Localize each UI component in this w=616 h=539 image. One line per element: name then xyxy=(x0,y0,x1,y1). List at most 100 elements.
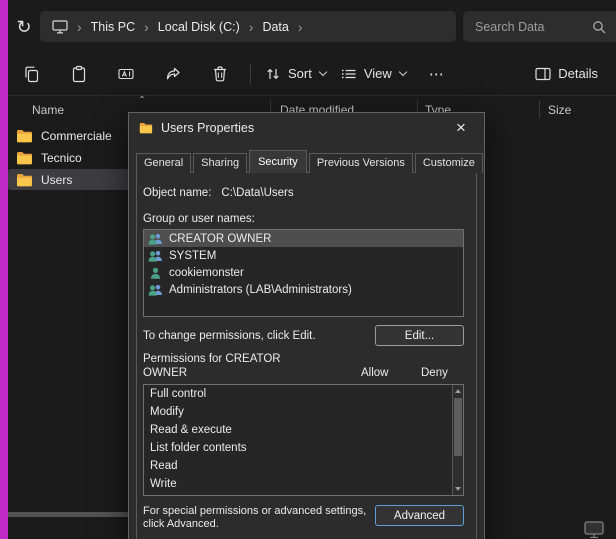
permission-row-write[interactable]: Write xyxy=(144,475,463,493)
share-button[interactable] xyxy=(153,56,193,92)
view-label: View xyxy=(364,66,392,81)
rename-icon xyxy=(117,65,135,83)
view-button[interactable]: View xyxy=(337,56,410,92)
search-box[interactable] xyxy=(463,11,616,42)
permissions-for-label: Permissions for CREATOR OWNER xyxy=(143,353,281,379)
paste-icon xyxy=(70,65,88,83)
permission-name: Read & execute xyxy=(150,424,232,436)
search-input[interactable] xyxy=(473,19,586,35)
accent-stripe xyxy=(0,0,8,539)
toolbar-divider xyxy=(250,63,251,85)
advanced-button[interactable]: Advanced xyxy=(375,505,464,526)
tab-customize[interactable]: Customize xyxy=(415,153,483,173)
dialog-title-bar[interactable]: Users Properties × xyxy=(129,113,484,143)
scroll-up-icon[interactable] xyxy=(455,389,461,393)
copy-icon xyxy=(23,65,41,83)
permission-row-modify[interactable]: Modify xyxy=(144,403,463,421)
file-name: Users xyxy=(41,173,72,187)
file-name: Tecnico xyxy=(41,151,82,165)
sort-ascending-icon[interactable]: ˆ xyxy=(140,94,144,108)
group-users-icon xyxy=(148,284,163,296)
tab-sharing[interactable]: Sharing xyxy=(193,153,247,173)
search-icon xyxy=(592,20,606,34)
close-button[interactable]: × xyxy=(448,116,474,140)
display-corner-icon xyxy=(584,521,604,539)
breadcrumb-local-disk-c[interactable]: Local Disk (C:) xyxy=(158,20,240,34)
column-header-name[interactable]: Name xyxy=(32,103,64,117)
tab-general[interactable]: General xyxy=(136,153,191,173)
breadcrumb-chevron-icon: › xyxy=(249,20,254,34)
deny-column-header: Deny xyxy=(421,366,448,380)
sort-label: Sort xyxy=(288,66,312,81)
folder-icon xyxy=(16,173,33,187)
refresh-button[interactable]: ↻ xyxy=(10,13,38,41)
allow-column-header: Allow xyxy=(361,366,388,380)
edit-button[interactable]: Edit... xyxy=(375,325,464,346)
permissions-list: Full control Modify Read & execute List … xyxy=(143,384,464,496)
rename-button[interactable] xyxy=(106,56,146,92)
tab-security[interactable]: Security xyxy=(249,150,307,173)
details-button[interactable]: Details xyxy=(531,56,604,92)
copy-button[interactable] xyxy=(12,56,52,92)
breadcrumb-this-pc[interactable]: This PC xyxy=(91,20,135,34)
folder-icon xyxy=(16,151,33,165)
breadcrumb-chevron-icon: › xyxy=(144,20,149,34)
tab-previous-versions[interactable]: Previous Versions xyxy=(309,153,413,173)
sort-button[interactable]: Sort xyxy=(261,56,330,92)
group-users-icon xyxy=(148,233,163,245)
address-bar[interactable]: › This PC › Local Disk (C:) › Data › xyxy=(40,11,456,42)
breadcrumb-chevron-icon: › xyxy=(298,20,303,34)
users-properties-dialog: Users Properties × General Sharing Secur… xyxy=(128,112,485,539)
group-name: Administrators (LAB\Administrators) xyxy=(169,284,352,296)
object-name-label: Object name: xyxy=(143,187,211,199)
edit-hint-text: To change permissions, click Edit. xyxy=(143,330,316,342)
group-row-cookiemonster[interactable]: cookiemonster xyxy=(144,264,463,281)
permissions-for-line2: OWNER xyxy=(143,367,187,379)
command-toolbar: Sort View ⋯ xyxy=(8,52,616,96)
advanced-hint-line2: click Advanced. xyxy=(143,518,219,530)
advanced-hint-text: For special permissions or advanced sett… xyxy=(143,505,366,531)
object-name-value: C:\Data\Users xyxy=(221,187,293,199)
scroll-down-icon[interactable] xyxy=(455,487,461,491)
group-row-system[interactable]: SYSTEM xyxy=(144,247,463,264)
refresh-icon: ↻ xyxy=(16,17,31,37)
group-row-administrators[interactable]: Administrators (LAB\Administrators) xyxy=(144,281,463,298)
permission-row-full-control[interactable]: Full control xyxy=(144,385,463,403)
breadcrumb-data[interactable]: Data xyxy=(262,20,288,34)
trash-icon xyxy=(211,65,229,83)
permission-name: Full control xyxy=(150,388,206,400)
group-name: CREATOR OWNER xyxy=(169,233,271,245)
breadcrumb-chevron-icon: › xyxy=(77,20,82,34)
group-users-icon xyxy=(148,250,163,262)
chevron-down-icon xyxy=(319,68,327,76)
folder-icon xyxy=(139,122,153,134)
scrollbar-thumb[interactable] xyxy=(454,398,462,456)
single-user-icon xyxy=(148,267,163,279)
group-user-names-label: Group or user names: xyxy=(143,213,464,225)
permission-name: Write xyxy=(150,478,177,490)
this-pc-icon xyxy=(52,20,68,34)
permission-name: Read xyxy=(150,460,178,472)
horizontal-scrollbar[interactable] xyxy=(2,512,133,517)
group-user-list: CREATOR OWNER SYSTEM xyxy=(143,229,464,317)
dialog-title: Users Properties xyxy=(161,121,254,135)
more-options-button[interactable]: ⋯ xyxy=(417,56,457,92)
group-row-creator-owner[interactable]: CREATOR OWNER xyxy=(144,230,463,247)
more-ellipsis-icon: ⋯ xyxy=(429,65,445,83)
permission-row-list-folder-contents[interactable]: List folder contents xyxy=(144,439,463,457)
column-divider[interactable] xyxy=(539,100,540,118)
delete-button[interactable] xyxy=(200,56,240,92)
permissions-for-line1: Permissions for CREATOR xyxy=(143,353,281,365)
sort-arrows-icon xyxy=(265,66,281,82)
permission-name: Modify xyxy=(150,406,184,418)
column-header-size[interactable]: Size xyxy=(548,103,571,117)
details-pane-icon xyxy=(535,67,551,81)
advanced-hint-line1: For special permissions or advanced sett… xyxy=(143,505,366,517)
paste-button[interactable] xyxy=(59,56,99,92)
file-explorer-window: ↻ › This PC › Local Disk (C:) › Data › xyxy=(0,0,616,539)
vertical-scrollbar[interactable] xyxy=(452,385,463,495)
permission-row-read[interactable]: Read xyxy=(144,457,463,475)
permission-row-read-execute[interactable]: Read & execute xyxy=(144,421,463,439)
tab-strip: General Sharing Security Previous Versio… xyxy=(136,149,477,173)
view-icon xyxy=(341,67,357,81)
